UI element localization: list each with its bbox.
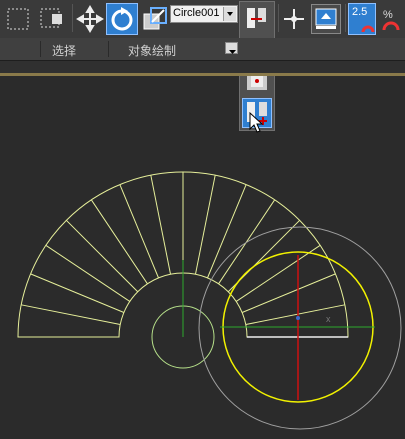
spinner-snap-icon[interactable]: % bbox=[378, 4, 404, 34]
rotate-gizmo-outer-circle bbox=[198, 226, 402, 430]
window-crossing-icon[interactable] bbox=[38, 4, 68, 34]
stair-tread-line bbox=[119, 184, 159, 279]
stair-tread-line bbox=[207, 184, 247, 279]
keyboard-shortcut-override-icon[interactable] bbox=[280, 4, 308, 34]
separator bbox=[72, 4, 73, 32]
stair-tread-line bbox=[90, 199, 148, 285]
gizmo-center-mark: x bbox=[326, 314, 331, 324]
stair-tread-line bbox=[21, 304, 121, 326]
use-pivot-point-center-icon[interactable] bbox=[243, 5, 271, 33]
chevron-down-icon bbox=[223, 7, 236, 21]
ribbon-divider bbox=[108, 41, 109, 57]
ribbon-options-dropdown-icon[interactable] bbox=[225, 42, 238, 54]
mouse-cursor-icon bbox=[249, 111, 265, 134]
object-dropdown-value: Circle001 bbox=[173, 7, 220, 19]
main-toolbar: Circle001 2.5 % bbox=[0, 0, 405, 133]
stair-tread-line bbox=[65, 219, 139, 293]
stair-tread-line bbox=[30, 273, 125, 313]
stair-tread-line bbox=[235, 244, 321, 302]
ribbon-divider bbox=[40, 41, 41, 57]
stair-tread-line bbox=[150, 175, 172, 275]
separator bbox=[345, 4, 346, 32]
selection-region-icon[interactable] bbox=[4, 4, 34, 34]
svg-text:%: % bbox=[383, 9, 393, 21]
tab-select[interactable]: 选择 bbox=[52, 42, 76, 59]
gizmo-pivot bbox=[296, 316, 300, 320]
ribbon-bar: 选择 对象绘制 bbox=[0, 38, 405, 61]
ribbon-panel-strip bbox=[0, 61, 405, 73]
rotate-icon[interactable] bbox=[106, 3, 138, 35]
scale-icon[interactable] bbox=[141, 4, 169, 34]
separator bbox=[278, 4, 279, 32]
snaps-toggle-icon[interactable] bbox=[311, 4, 341, 34]
percent-snap-icon[interactable]: 2.5 bbox=[348, 3, 376, 35]
stair-tread-line bbox=[194, 175, 216, 275]
object-dropdown[interactable]: Circle001 bbox=[170, 5, 238, 23]
move-icon[interactable] bbox=[76, 4, 104, 34]
viewport-canvas[interactable]: x bbox=[0, 76, 405, 435]
tab-object-paint[interactable]: 对象绘制 bbox=[128, 42, 176, 59]
perspective-viewport[interactable]: x bbox=[0, 76, 405, 435]
stair-tread-line bbox=[45, 244, 131, 302]
stair-tread-line bbox=[241, 273, 336, 313]
